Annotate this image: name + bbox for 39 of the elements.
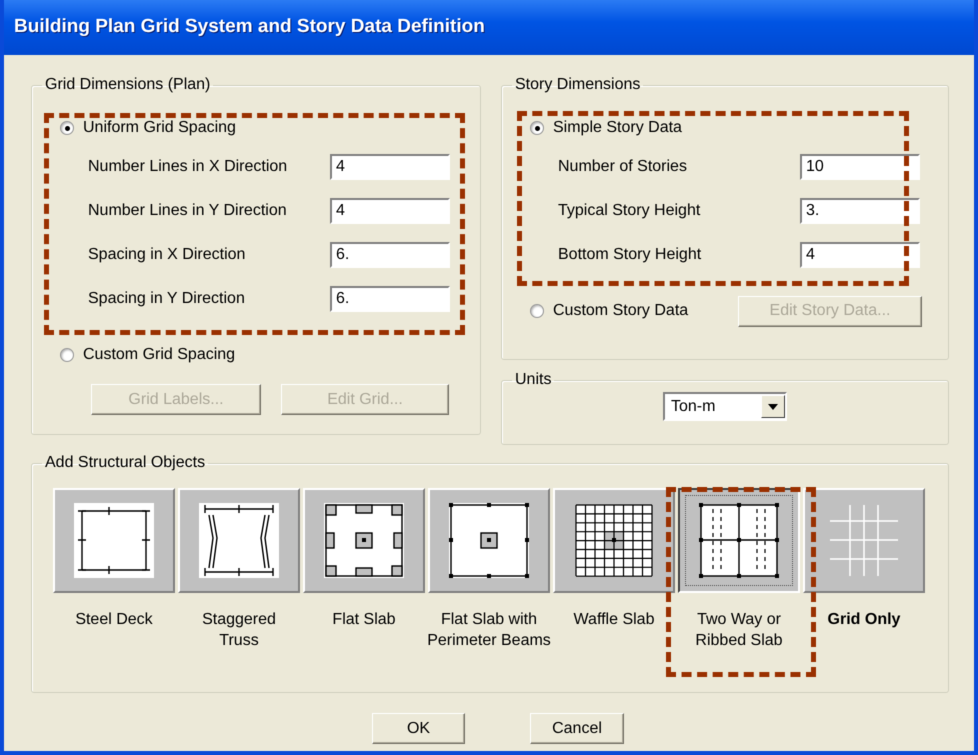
radio-label: Uniform Grid Spacing bbox=[83, 118, 236, 138]
radio-button[interactable] bbox=[60, 348, 74, 362]
input-field[interactable]: 4 bbox=[330, 154, 450, 180]
dropdown-arrow-icon bbox=[768, 404, 778, 410]
option-label: Staggered Truss bbox=[201, 610, 277, 651]
group-title: Story Dimensions bbox=[514, 75, 642, 95]
field-label: Number Lines in Y Direction bbox=[88, 201, 288, 221]
field-label: Bottom Story Height bbox=[558, 245, 702, 265]
field-label: Spacing in Y Direction bbox=[88, 289, 246, 309]
radio-label: Custom Grid Spacing bbox=[83, 345, 236, 365]
radio-label: Custom Story Data bbox=[553, 301, 688, 321]
input-field[interactable]: 6. bbox=[330, 286, 450, 312]
input-field[interactable]: 3. bbox=[800, 198, 920, 224]
radio-button[interactable] bbox=[530, 121, 544, 135]
option-label: Two Way or Ribbed Slab bbox=[694, 610, 784, 651]
units-dropdown[interactable]: Ton-m bbox=[663, 392, 787, 421]
group-title: Grid Dimensions (Plan) bbox=[44, 75, 212, 95]
option-label: Waffle Slab bbox=[572, 610, 656, 630]
field-label: Spacing in X Direction bbox=[88, 245, 246, 265]
option-label: Flat Slab with Perimeter Beams bbox=[426, 610, 552, 651]
option-label: Flat Slab bbox=[331, 610, 397, 630]
radio-label: Simple Story Data bbox=[553, 118, 682, 138]
input-field[interactable]: 4 bbox=[330, 198, 450, 224]
field-label: Number of Stories bbox=[558, 157, 688, 177]
option-label: Grid Only bbox=[826, 610, 902, 630]
input-field[interactable]: 10 bbox=[800, 154, 920, 180]
field-label: Typical Story Height bbox=[558, 201, 702, 221]
radio-button[interactable] bbox=[60, 121, 74, 135]
window-title: Building Plan Grid System and Story Data Definition bbox=[14, 15, 485, 40]
option-label: Steel Deck bbox=[74, 610, 154, 630]
group-title: Units bbox=[514, 370, 552, 390]
dialog-button[interactable]: Cancel bbox=[530, 713, 624, 744]
group-title: Add Structural Objects bbox=[44, 453, 206, 473]
input-field[interactable]: 6. bbox=[330, 242, 450, 268]
field-label: Number Lines in X Direction bbox=[88, 157, 288, 177]
radio-button[interactable] bbox=[530, 304, 544, 318]
dialog-button[interactable]: OK bbox=[372, 713, 465, 744]
input-field[interactable]: 4 bbox=[800, 242, 920, 268]
structure-option-button[interactable] bbox=[678, 488, 800, 593]
